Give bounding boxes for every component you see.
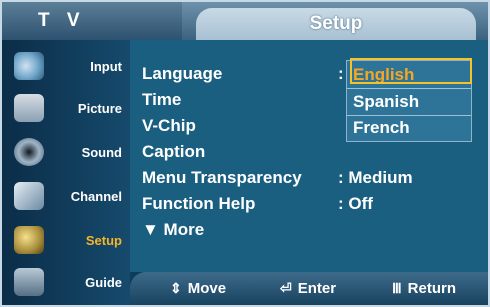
menu-item-language[interactable]: Language — [142, 64, 222, 84]
sidebar-item-label: Input — [90, 58, 122, 74]
input-icon — [14, 52, 44, 80]
menu-value-function-help: : Off — [338, 194, 373, 213]
footer-return-label: Return — [407, 280, 456, 297]
menu-item-more[interactable]: ▼ More — [142, 220, 204, 240]
sidebar-item-input[interactable]: Input — [2, 46, 130, 86]
footer-return: Ⅲ Return — [392, 280, 456, 297]
footer-help-bar: ⇕ Move ⏎ Enter Ⅲ Return — [130, 272, 488, 305]
setup-icon — [14, 226, 44, 254]
picture-icon — [14, 94, 44, 122]
return-icon: Ⅲ — [392, 280, 402, 296]
menu-value-language: : — [338, 64, 344, 83]
sound-icon — [14, 138, 44, 166]
setup-menu-panel: Language : Time V-Chip Caption Menu Tran… — [130, 40, 488, 272]
dropdown-option-spanish[interactable]: Spanish — [353, 89, 463, 115]
menu-item-vchip[interactable]: V-Chip — [142, 116, 196, 136]
channel-icon — [14, 182, 44, 210]
selection-highlight — [350, 58, 472, 84]
sidebar-item-sound[interactable]: Sound — [2, 132, 130, 172]
tv-label: T V — [2, 2, 182, 40]
dropdown-option-french[interactable]: French — [353, 115, 463, 141]
sidebar-item-setup[interactable]: Setup — [2, 220, 130, 260]
sidebar-item-label: Sound — [81, 144, 122, 160]
enter-icon: ⏎ — [280, 280, 292, 296]
menu-item-function-help[interactable]: Function Help — [142, 194, 255, 214]
sidebar-item-guide[interactable]: Guide — [2, 262, 130, 302]
footer-enter-label: Enter — [297, 280, 337, 297]
sidebar: Input Picture Sound Channel Setup Guide — [2, 40, 130, 305]
sidebar-item-label: Picture — [77, 100, 122, 116]
menu-item-caption[interactable]: Caption — [142, 142, 205, 162]
footer-move-label: Move — [187, 280, 227, 297]
menu-item-time[interactable]: Time — [142, 90, 181, 110]
sidebar-item-label: Channel — [70, 188, 122, 204]
sidebar-item-channel[interactable]: Channel — [2, 176, 130, 216]
footer-move: ⇕ Move — [170, 280, 226, 297]
sidebar-item-label: Guide — [85, 274, 122, 290]
menu-item-menu-transparency[interactable]: Menu Transparency — [142, 168, 302, 188]
footer-enter: ⏎ Enter — [280, 280, 336, 297]
menu-value-menu-transparency: : Medium — [338, 168, 413, 187]
guide-icon — [14, 268, 44, 296]
sidebar-item-picture[interactable]: Picture — [2, 88, 130, 128]
sidebar-item-label: Setup — [85, 232, 122, 248]
page-title: Setup — [196, 8, 476, 40]
up-down-arrows-icon: ⇕ — [170, 280, 182, 296]
